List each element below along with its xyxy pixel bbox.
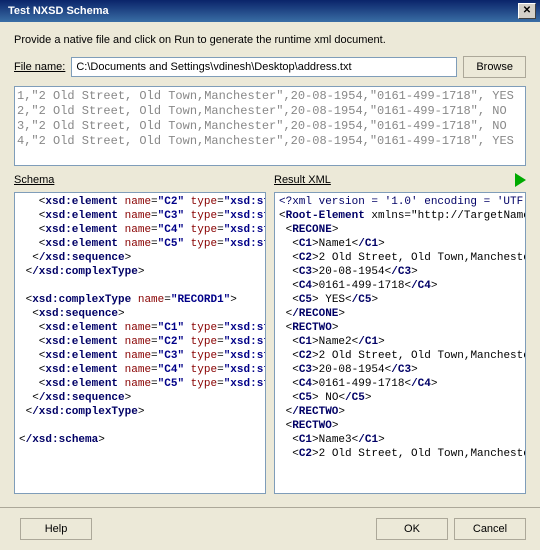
file-preview[interactable]: 1,"2 Old Street, Old Town,Manchester",20… bbox=[14, 86, 526, 166]
help-button[interactable]: Help bbox=[20, 518, 92, 540]
instruction-text: Provide a native file and click on Run t… bbox=[14, 34, 526, 46]
schema-pane[interactable]: <xsd:element name="C2" type="xsd:string"… bbox=[14, 192, 266, 494]
file-name-input[interactable] bbox=[71, 57, 457, 77]
button-bar: Help OK Cancel bbox=[0, 507, 540, 550]
ok-button[interactable]: OK bbox=[376, 518, 448, 540]
close-icon[interactable]: ✕ bbox=[518, 3, 536, 19]
schema-label: Schema bbox=[14, 174, 54, 186]
file-name-label: File name: bbox=[14, 61, 65, 73]
result-label: Result XML bbox=[274, 174, 331, 186]
cancel-button[interactable]: Cancel bbox=[454, 518, 526, 540]
result-pane[interactable]: <?xml version = '1.0' encoding = 'UTF-8'… bbox=[274, 192, 526, 494]
browse-button[interactable]: Browse bbox=[463, 56, 526, 78]
titlebar: Test NXSD Schema ✕ bbox=[0, 0, 540, 22]
window-title: Test NXSD Schema bbox=[4, 5, 518, 17]
run-icon[interactable] bbox=[515, 173, 526, 187]
